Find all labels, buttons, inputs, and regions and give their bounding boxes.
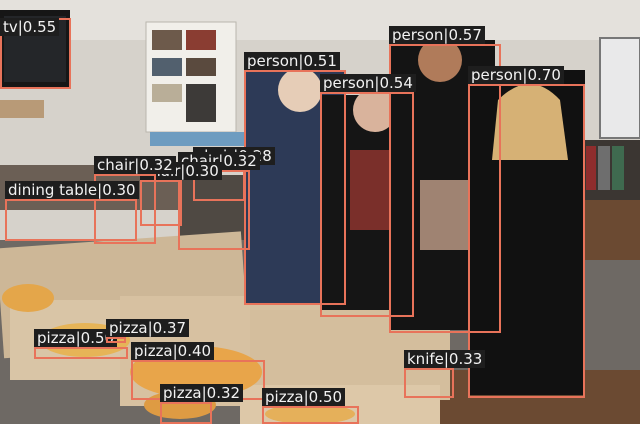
detection-label: pizza|0.40 — [131, 342, 215, 360]
detection-label: person|0.70 — [468, 66, 564, 84]
detection-pizza: pizza|0.32 — [160, 384, 244, 424]
detection-tv: tv|0.55 — [0, 18, 71, 89]
detection-person: person|0.70 — [468, 66, 585, 398]
detection-label: pizza|0.37 — [106, 319, 190, 337]
detection-label: pizza|0.50 — [34, 329, 118, 347]
detection-person: person|0.54 — [320, 74, 416, 317]
detection-pizza: pizza|0.50 — [34, 329, 128, 359]
detection-pizza: pizza|0.50 — [262, 388, 359, 424]
detection-scene: tv|0.55 person|0.51 person|0.57 person|0… — [0, 0, 640, 424]
detection-label: tv|0.55 — [0, 18, 60, 36]
detection-label: person|0.57 — [389, 26, 485, 44]
detection-label: person|0.51 — [244, 52, 340, 70]
detection-dining-table: dining table|0.30 — [5, 181, 139, 241]
detection-label: knife|0.33 — [404, 350, 486, 368]
detection-label: pizza|0.32 — [160, 384, 244, 402]
detection-label: pizza|0.50 — [262, 388, 346, 406]
detection-label: dining table|0.30 — [5, 181, 139, 199]
detection-knife: knife|0.33 — [404, 350, 486, 398]
detection-label: chair|0.32 — [94, 156, 176, 174]
detection-pizza: pizza|0.37 — [106, 319, 190, 343]
detection-label: person|0.54 — [320, 74, 416, 92]
detection-chair: chair|0.32 — [178, 152, 260, 250]
